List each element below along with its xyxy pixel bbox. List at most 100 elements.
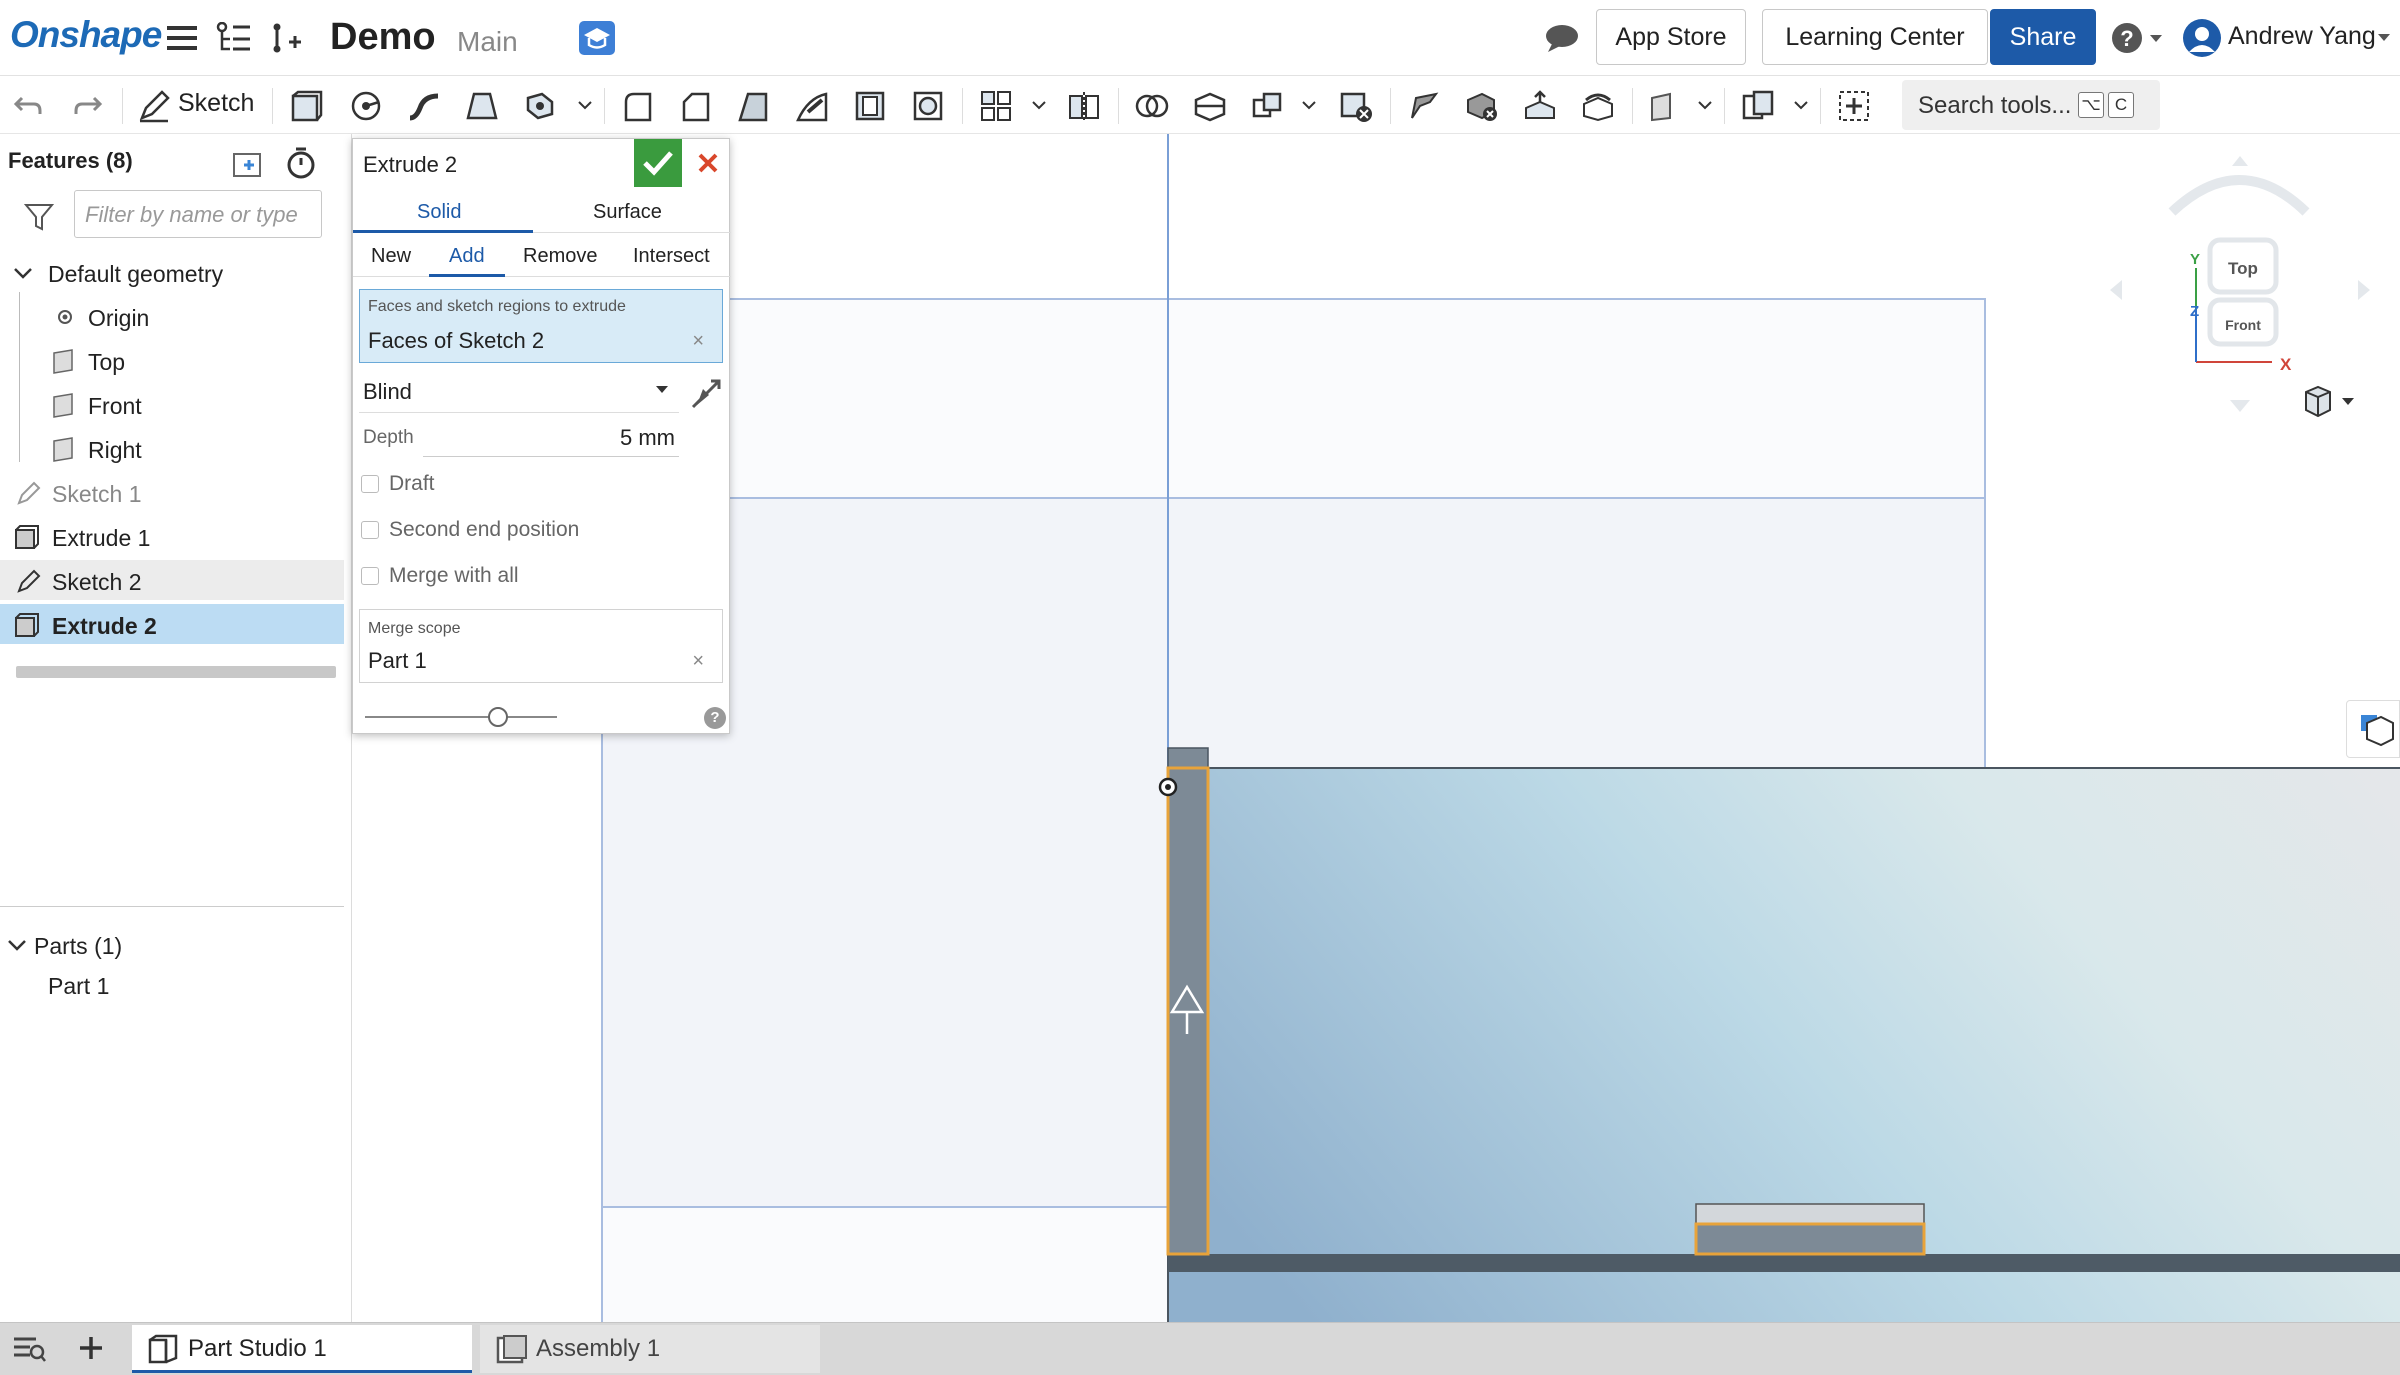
merge-scope-field[interactable]: Merge scope Part 1 × bbox=[359, 609, 723, 683]
depth-field[interactable]: Depth 5 mm bbox=[359, 417, 679, 457]
second-end-option[interactable]: Second end position bbox=[359, 515, 719, 547]
tree-item-sketch-2[interactable]: Sketch 2 bbox=[0, 560, 344, 600]
modify-fillet-icon[interactable] bbox=[1404, 86, 1444, 126]
op-remove[interactable]: Remove bbox=[523, 245, 597, 268]
branch-icon[interactable] bbox=[268, 20, 304, 56]
part-item[interactable]: Part 1 bbox=[0, 964, 344, 1004]
tree-item-origin[interactable]: Origin bbox=[0, 296, 344, 336]
chevron-down-icon[interactable] bbox=[1300, 96, 1318, 114]
fillet-icon[interactable] bbox=[618, 86, 658, 126]
parts-folder[interactable]: Parts (1) bbox=[0, 924, 344, 964]
chevron-down-icon[interactable] bbox=[6, 932, 28, 958]
tree-item-extrude-1[interactable]: Extrude 1 bbox=[0, 516, 344, 556]
tree-item-front[interactable]: Front bbox=[0, 384, 344, 424]
sketch-button-label[interactable]: Sketch bbox=[178, 89, 254, 118]
rib-icon[interactable] bbox=[792, 86, 832, 126]
chevron-down-icon[interactable] bbox=[576, 96, 594, 114]
op-new[interactable]: New bbox=[371, 245, 411, 268]
comments-icon[interactable] bbox=[1542, 20, 1582, 56]
sweep-icon[interactable] bbox=[404, 86, 444, 126]
extrude-icon[interactable] bbox=[286, 86, 326, 126]
faces-selection-field[interactable]: Faces and sketch regions to extrude Face… bbox=[359, 289, 723, 363]
draft-option[interactable]: Draft bbox=[359, 469, 719, 501]
view-options-icon[interactable] bbox=[2298, 384, 2358, 420]
mate-connector-icon[interactable] bbox=[1738, 86, 1778, 126]
boolean-icon[interactable] bbox=[1132, 86, 1172, 126]
split-icon[interactable] bbox=[1190, 86, 1230, 126]
add-tab-icon[interactable] bbox=[76, 1333, 106, 1363]
tree-item-extrude-2[interactable]: Extrude 2 bbox=[0, 604, 344, 644]
delete-face-icon[interactable] bbox=[1462, 86, 1502, 126]
share-button[interactable]: Share bbox=[1990, 9, 2096, 65]
hole-icon[interactable] bbox=[908, 86, 948, 126]
rollback-bar[interactable] bbox=[16, 666, 336, 678]
tab-assembly-1[interactable]: Assembly 1 bbox=[480, 1325, 820, 1373]
versions-icon[interactable] bbox=[214, 20, 254, 56]
chamfer-icon[interactable] bbox=[676, 86, 716, 126]
second-end-checkbox[interactable] bbox=[361, 521, 379, 539]
filter-icon[interactable] bbox=[23, 202, 55, 232]
chevron-down-icon[interactable] bbox=[1696, 96, 1714, 114]
user-name[interactable]: Andrew Yang bbox=[2228, 22, 2376, 51]
document-title[interactable]: Demo bbox=[330, 16, 436, 59]
end-type-select[interactable]: Blind bbox=[359, 367, 679, 413]
feature-filter-input[interactable]: Filter by name or type bbox=[74, 190, 322, 238]
clear-merge-scope-icon[interactable]: × bbox=[692, 650, 704, 673]
mirror-icon[interactable] bbox=[1064, 86, 1104, 126]
app-store-button[interactable]: App Store bbox=[1596, 9, 1746, 65]
tab-solid[interactable]: Solid bbox=[417, 201, 461, 224]
pattern-icon[interactable] bbox=[976, 86, 1016, 126]
op-intersect[interactable]: Intersect bbox=[633, 245, 710, 268]
merge-all-option[interactable]: Merge with all bbox=[359, 561, 719, 593]
tree-item-label: Origin bbox=[88, 305, 150, 331]
cancel-button[interactable] bbox=[687, 139, 729, 187]
opposite-direction-icon[interactable] bbox=[689, 375, 725, 411]
add-folder-icon[interactable] bbox=[232, 148, 268, 180]
tree-item-top[interactable]: Top bbox=[0, 340, 344, 380]
menu-icon[interactable] bbox=[164, 20, 200, 56]
search-tools-input[interactable]: Search tools... ⌥ C bbox=[1902, 80, 2160, 130]
thicken-icon[interactable] bbox=[520, 86, 560, 126]
chevron-down-icon[interactable] bbox=[12, 260, 34, 286]
part-body[interactable] bbox=[1158, 747, 2400, 1322]
tree-item-sketch-1[interactable]: Sketch 1 bbox=[0, 472, 344, 512]
op-add[interactable]: Add bbox=[449, 245, 485, 268]
user-menu-chevron-icon[interactable] bbox=[2374, 20, 2394, 56]
tree-item-right[interactable]: Right bbox=[0, 428, 344, 468]
shell-icon[interactable] bbox=[850, 86, 890, 126]
add-custom-feature-icon[interactable] bbox=[1834, 86, 1874, 126]
help-icon[interactable]: ? bbox=[2110, 20, 2166, 56]
help-icon[interactable]: ? bbox=[704, 707, 726, 729]
configuration-panel-icon[interactable] bbox=[2346, 700, 2400, 758]
transform-icon[interactable] bbox=[1248, 86, 1288, 126]
depth-value[interactable]: 5 mm bbox=[620, 425, 675, 451]
draft-icon[interactable] bbox=[734, 86, 774, 126]
default-geometry-folder[interactable]: Default geometry bbox=[0, 252, 344, 292]
preview-slider-track[interactable] bbox=[365, 716, 557, 718]
chevron-down-icon[interactable] bbox=[1792, 96, 1810, 114]
branch-name[interactable]: Main bbox=[457, 26, 518, 58]
user-avatar-icon[interactable] bbox=[2180, 19, 2224, 57]
move-face-icon[interactable] bbox=[1520, 86, 1560, 126]
rollback-timer-icon[interactable] bbox=[284, 146, 318, 180]
tab-surface[interactable]: Surface bbox=[593, 201, 662, 224]
tab-part-studio-1[interactable]: Part Studio 1 bbox=[132, 1325, 472, 1373]
learning-center-button[interactable]: Learning Center bbox=[1762, 9, 1988, 65]
redo-icon[interactable] bbox=[68, 86, 108, 126]
onshape-logo[interactable]: Onshape bbox=[10, 14, 162, 56]
undo-icon[interactable] bbox=[8, 86, 48, 126]
loft-icon[interactable] bbox=[462, 86, 502, 126]
plane-icon[interactable] bbox=[1646, 86, 1686, 126]
tab-list-icon[interactable] bbox=[12, 1333, 46, 1363]
confirm-button[interactable] bbox=[634, 139, 682, 187]
delete-part-icon[interactable] bbox=[1336, 86, 1376, 126]
sketch-icon[interactable] bbox=[134, 86, 174, 126]
clear-selection-icon[interactable]: × bbox=[692, 330, 704, 353]
preview-slider-knob[interactable] bbox=[488, 707, 508, 727]
merge-all-checkbox[interactable] bbox=[361, 567, 379, 585]
replace-face-icon[interactable] bbox=[1578, 86, 1618, 126]
draft-checkbox[interactable] bbox=[361, 475, 379, 493]
revolve-icon[interactable] bbox=[346, 86, 386, 126]
learning-cap-icon[interactable] bbox=[578, 20, 616, 56]
chevron-down-icon[interactable] bbox=[1030, 96, 1048, 114]
